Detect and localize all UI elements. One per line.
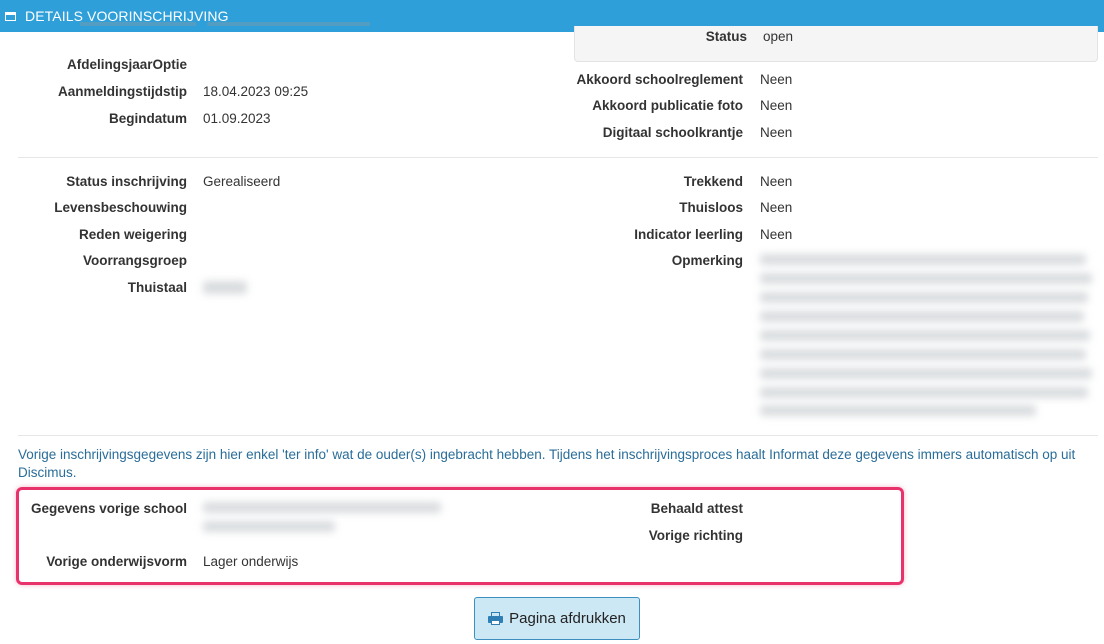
window-icon xyxy=(5,11,16,21)
trekkend-label: Trekkend xyxy=(683,174,743,189)
divider xyxy=(18,435,1098,436)
print-button-label: Pagina afdrukken xyxy=(509,610,626,627)
aanmelding-label: Aanmeldingstijdstip xyxy=(57,84,187,99)
levensbeschouwing-label: Levensbeschouwing xyxy=(54,200,187,215)
vorige-onderwijsvorm-value: Lager onderwijs xyxy=(203,554,299,569)
akkoord-schoolreglement-label: Akkoord schoolreglement xyxy=(576,72,743,87)
print-icon xyxy=(488,612,504,625)
akkoord-schoolreglement-value: Neen xyxy=(760,72,793,87)
akkoord-foto-value: Neen xyxy=(760,98,793,113)
digitaal-label: Digitaal schoolkrantje xyxy=(602,125,743,140)
afdelingsjaar-label: AfdelingsjaarOptie xyxy=(66,57,187,72)
divider xyxy=(18,157,1098,158)
trekkend-value: Neen xyxy=(760,174,793,189)
vorige-school-label: Gegevens vorige school xyxy=(30,501,187,516)
status-inschrijving-label: Status inschrijving xyxy=(66,174,187,189)
clipped-row xyxy=(80,22,370,32)
aanmelding-value: 18.04.2023 09:25 xyxy=(203,84,309,99)
status-label: Status xyxy=(705,29,747,44)
reden-weigering-label: Reden weigering xyxy=(78,227,187,242)
print-page-button[interactable]: Pagina afdrukken xyxy=(474,597,640,640)
begindatum-label: Begindatum xyxy=(108,111,187,126)
indicator-leerling-label: Indicator leerling xyxy=(634,227,743,242)
thuistaal-label: Thuistaal xyxy=(127,280,187,295)
thuisloos-value: Neen xyxy=(760,200,793,215)
thuistaal-value-redacted xyxy=(203,281,247,294)
behaald-attest-label: Behaald attest xyxy=(650,501,743,516)
opmerking-label: Opmerking xyxy=(671,253,743,268)
status-value: open xyxy=(763,29,794,44)
thuisloos-label: Thuisloos xyxy=(679,200,743,215)
status-inschrijving-value: Gerealiseerd xyxy=(203,174,281,189)
begindatum-value: 01.09.2023 xyxy=(203,111,271,126)
digitaal-value: Neen xyxy=(760,125,793,140)
vorige-richting-label: Vorige richting xyxy=(648,528,743,543)
info-text: Vorige inschrijvingsgegevens zijn hier e… xyxy=(18,447,1076,480)
akkoord-foto-label: Akkoord publicatie foto xyxy=(592,98,743,113)
voorrangsgroep-label: Voorrangsgroep xyxy=(82,253,187,268)
indicator-leerling-value: Neen xyxy=(760,227,793,242)
vorige-onderwijsvorm-label: Vorige onderwijsvorm xyxy=(46,554,187,569)
